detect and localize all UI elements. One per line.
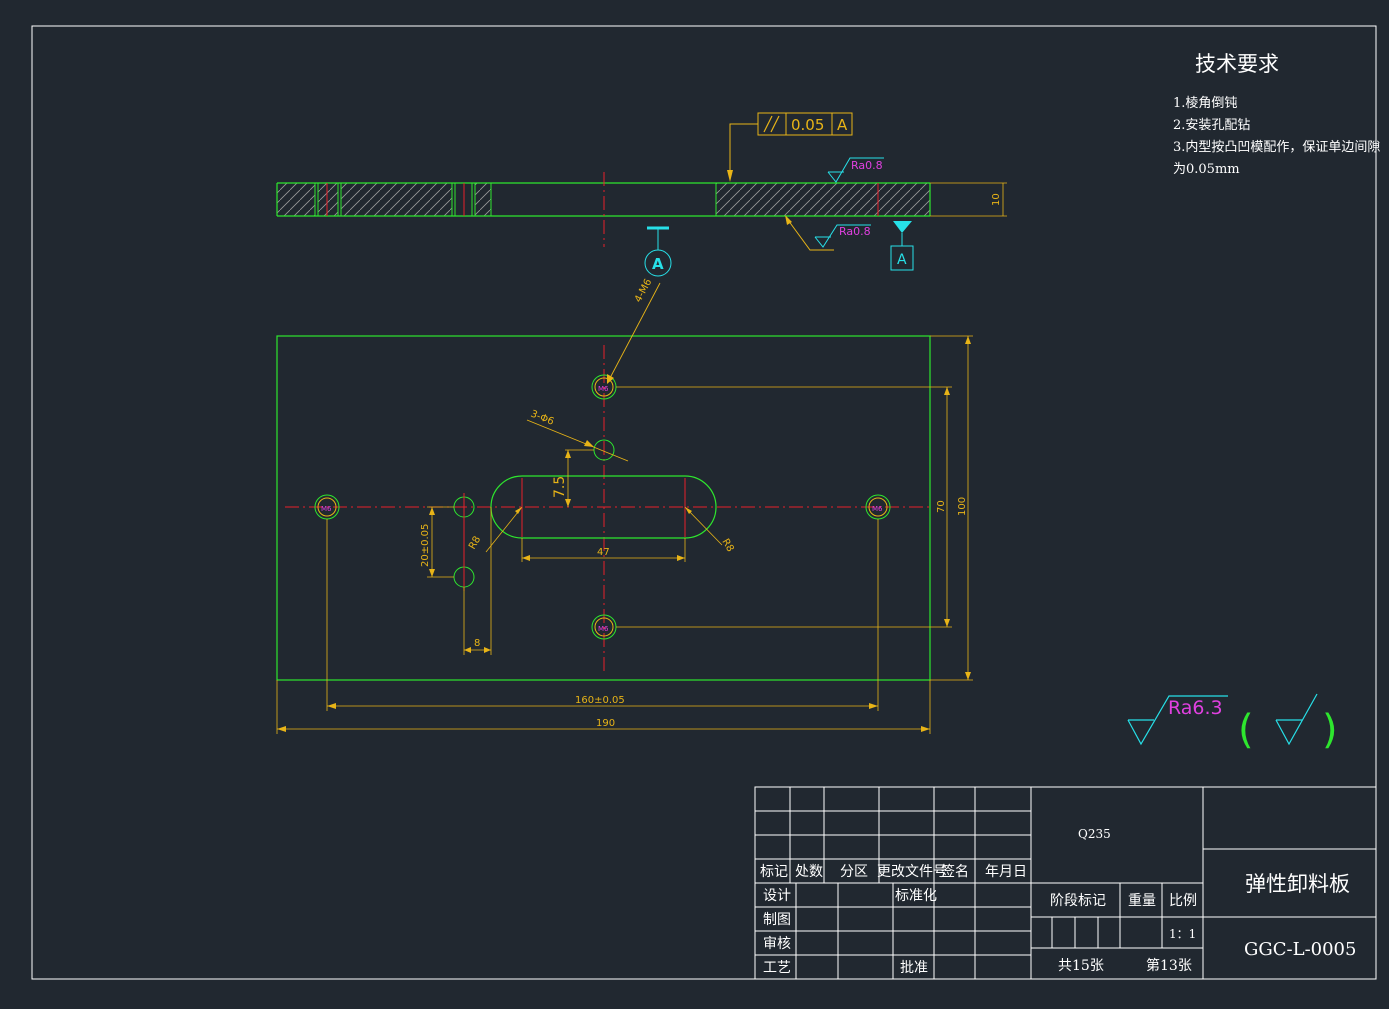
tolerance-value: 0.05 (791, 116, 824, 134)
tb-process: 工艺 (763, 960, 791, 976)
tb-part-name: 弹性卸料板 (1245, 872, 1350, 896)
tech-req-item-4: 为0.05mm (1173, 162, 1240, 177)
hole-span-dim: 160±0.05 (575, 695, 625, 706)
paren-left: ( (1238, 707, 1254, 753)
technical-requirements: 技术要求 1.棱角倒钝 2.安装孔配钻 3.内型按凸凹模配作，保证单边间隙 为0… (1173, 52, 1380, 177)
tb-review: 审核 (763, 936, 791, 952)
tolerance-datum: A (837, 116, 848, 134)
slot-radius-left: R8 (467, 534, 483, 551)
tb-scale-value: 1：1 (1169, 927, 1196, 941)
paren-right: ) (1322, 707, 1338, 753)
tb-standardize: 标准化 (895, 888, 937, 904)
svg-text:M6: M6 (598, 625, 609, 633)
tech-req-item-1: 1.棱角倒钝 (1173, 95, 1237, 111)
tb-weight: 重量 (1128, 893, 1156, 909)
tech-req-item-2: 2.安装孔配钻 (1173, 118, 1250, 133)
tb-zone: 分区 (840, 864, 868, 880)
general-roughness: Ra6.3 ( ) (1127, 693, 1338, 753)
roughness-general-label: Ra6.3 (1168, 697, 1223, 719)
section-marker-label: A (652, 255, 664, 273)
tb-design: 设计 (763, 888, 791, 904)
tech-req-item-3: 3.内型按凸凹模配作，保证单边间隙 (1173, 139, 1380, 155)
tb-drafting: 制图 (763, 912, 791, 928)
svg-text:M6: M6 (598, 385, 609, 393)
section-view: 10 0.05 A Ra0.8 Ra0.8 A A (276, 112, 1007, 277)
tb-sheet-no: 第13张 (1146, 957, 1192, 974)
datum-symbol-label: A (897, 252, 907, 268)
tb-stage-mark: 阶段标记 (1050, 893, 1106, 909)
tb-mark: 标记 (760, 864, 788, 880)
tb-change-doc: 更改文件号 (877, 864, 947, 880)
tech-req-title: 技术要求 (1195, 52, 1279, 76)
tb-scale: 比例 (1169, 893, 1197, 909)
tb-signature: 签名 (941, 863, 969, 880)
edge-offset-dim: 8 (474, 638, 480, 649)
tb-date: 年月日 (985, 864, 1027, 880)
slot-radius-right: R8 (719, 537, 735, 554)
tb-approve: 批准 (900, 960, 928, 976)
cad-drawing: 技术要求 1.棱角倒钝 2.安装孔配钻 3.内型按凸凹模配作，保证单边间隙 为0… (31, 25, 1380, 980)
tb-total-sheets: 共15张 (1058, 958, 1104, 974)
slot-height-dim: 7.5 (552, 476, 568, 498)
holes-phi6-callout: 3-Φ6 (529, 409, 556, 428)
tb-drawing-number: GGC-L-0005 (1244, 939, 1356, 960)
roughness-top: Ra0.8 (851, 159, 883, 172)
roughness-bottom: Ra0.8 (839, 225, 871, 238)
inner-height-dim: 70 (936, 500, 947, 513)
tb-count: 处数 (795, 864, 823, 880)
total-width-dim: 190 (596, 718, 615, 729)
tb-material: Q235 (1078, 827, 1111, 841)
svg-text:M6: M6 (872, 505, 883, 513)
slot-length-dim: 47 (597, 547, 610, 558)
plan-view: M6 M6 M6 M6 4-M6 3-Φ6 7.5 20±0.05 R8 R8 … (276, 277, 973, 734)
thickness-dim: 10 (991, 193, 1002, 206)
total-height-dim: 100 (957, 497, 968, 516)
svg-text:M6: M6 (321, 505, 332, 513)
hole-spacing-dim: 20±0.05 (420, 524, 431, 567)
